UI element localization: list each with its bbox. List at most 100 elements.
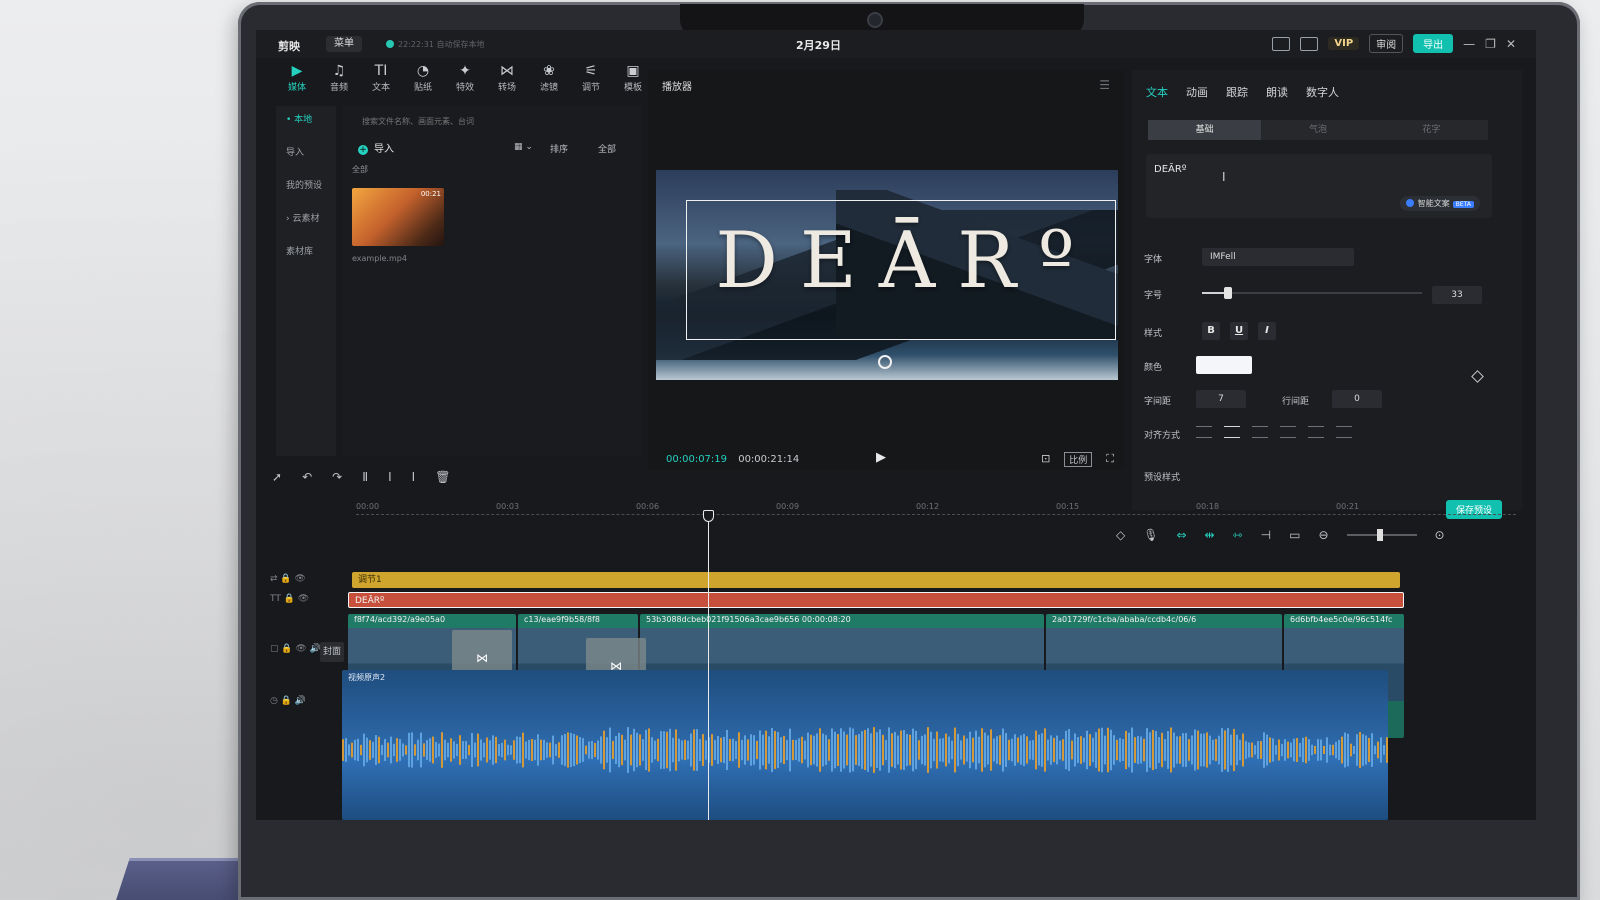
maximize-icon[interactable]: ❐ [1485,37,1496,51]
audio-clip[interactable]: 视频原声2 [342,670,1388,820]
video-track-controls[interactable]: ▢ 🔒 👁 🔊 [270,644,321,654]
waveform-bar [645,729,647,771]
subtab-bubble[interactable]: 气泡 [1261,120,1374,140]
play-icon[interactable]: ▶ [876,450,886,465]
playhead-handle[interactable] [703,510,714,522]
tab-adjust[interactable]: ⚟ 调节 [570,62,612,102]
tab-read-aloud[interactable]: 朗读 [1266,84,1288,100]
waveform-bar [522,732,524,768]
zoom-fit-icon[interactable]: ⊙ [1435,528,1445,542]
close-icon[interactable]: ✕ [1506,37,1516,51]
link-main-track-icon[interactable]: ⇔ [1176,528,1186,542]
menu-button[interactable]: 菜单 [326,36,362,52]
vip-badge[interactable]: VIP [1328,37,1360,50]
font-select[interactable]: IMFell [1202,248,1354,266]
tab-tracking[interactable]: 跟踪 [1226,84,1248,100]
tab-media[interactable]: ▶ 媒体 [276,62,318,102]
zoom-slider[interactable] [1346,529,1417,541]
sidebar-item-local[interactable]: • 本地 [276,106,336,131]
cover-button[interactable]: 封面 [320,642,344,662]
char-spacing-stepper[interactable]: 7 [1196,390,1246,408]
rotate-handle-icon[interactable] [878,355,892,369]
sidebar-item-cloud[interactable]: › 云素材 [276,205,336,230]
delete-icon[interactable]: 🗑 [435,470,450,492]
split-preview-icon[interactable]: ⊣ [1261,528,1271,542]
project-title[interactable]: 2月29日 [796,37,841,53]
snapshot-icon[interactable]: ⊡ [1041,452,1050,467]
sidebar-item-library[interactable]: 素材库 [276,238,336,263]
text-clip[interactable]: DEĀRº [348,592,1404,608]
underline-button[interactable]: U [1230,322,1248,340]
undo-icon[interactable]: ↶ [302,470,312,492]
tab-effects[interactable]: ✦ 特效 [444,62,486,102]
tab-text[interactable]: TI 文本 [360,62,402,102]
media-thumbnail[interactable]: 00:21 [352,188,444,246]
zoom-slider-handle[interactable] [1376,529,1383,541]
menu-icon[interactable]: ☰ [1099,78,1110,92]
split-left-icon[interactable]: Ⅰ [388,470,392,492]
snap-icon[interactable]: ⇹ [1205,528,1215,542]
align-bottom-icon[interactable] [1336,426,1352,438]
tab-transition[interactable]: ⋈ 转场 [486,62,528,102]
select-tool-icon[interactable]: ➚ [272,470,282,492]
tab-digital-human[interactable]: 数字人 [1306,84,1339,100]
size-slider[interactable] [1202,287,1422,299]
adjust-clip[interactable]: 调节1 [352,572,1400,588]
review-button[interactable]: 审阅 [1369,34,1404,53]
subtab-fancy[interactable]: 花字 [1375,120,1488,140]
align-center-icon[interactable] [1224,426,1240,438]
size-stepper[interactable]: 33 [1432,286,1482,304]
split-right-icon[interactable]: Ⅰ [412,470,416,492]
tab-animation[interactable]: 动画 [1186,84,1208,100]
color-picker[interactable] [1196,356,1252,374]
size-slider-handle[interactable] [1224,287,1233,299]
layout-icon[interactable] [1300,36,1319,51]
sidebar-item-import[interactable]: 导入 [276,139,336,164]
ai-copywriting-button[interactable]: 智能文案 BETA [1399,196,1480,211]
minimize-icon[interactable]: — [1463,37,1475,51]
shortcut-icon[interactable] [1272,36,1291,51]
microphone-icon[interactable]: 🎙 [1143,528,1158,542]
align-right-icon[interactable] [1252,426,1268,438]
bold-button[interactable]: B [1202,322,1220,340]
tab-text-props[interactable]: 文本 [1146,84,1168,100]
waveform-bar [363,733,365,767]
sort-button[interactable]: 排序 [550,142,568,155]
keyframe-icon[interactable] [1471,370,1484,383]
tab-filter[interactable]: ❀ 滤镜 [528,62,570,102]
tab-audio[interactable]: ♫ 音频 [318,62,360,102]
align-top-icon[interactable] [1280,426,1296,438]
video-preview[interactable]: DEĀRº [656,170,1118,380]
view-toggle-icon[interactable]: ▦ ⌄ [514,142,533,152]
ruler-line [356,514,1516,515]
fullscreen-icon[interactable]: ⛶ [1106,452,1114,467]
export-button[interactable]: 导出 [1413,34,1454,53]
linkage-icon[interactable]: ⇿ [1233,528,1243,542]
subtab-basic[interactable]: 基础 [1148,120,1262,140]
zoom-out-icon[interactable]: ⊖ [1318,528,1328,542]
timeline-ruler[interactable]: 00:00 00:03 00:06 00:09 00:12 00:15 00:1… [356,500,1516,520]
media-search-input[interactable] [362,112,632,130]
playhead[interactable] [708,514,709,820]
filter-button[interactable]: 全部 [598,142,616,155]
redo-icon[interactable]: ↷ [332,470,342,492]
audio-track-controls[interactable]: ◷ 🔒 🔊 [270,696,306,706]
tab-sticker[interactable]: ◔ 贴纸 [402,62,444,102]
keyframe-add-icon[interactable]: ◇ [1116,528,1125,542]
text-content-field[interactable]: DEĀRº I 智能文案 BETA [1146,154,1492,218]
waveform-bar [870,733,872,767]
overlay-text[interactable]: DEĀRº [696,216,1116,306]
line-spacing-stepper[interactable]: 0 [1332,390,1382,408]
split-icon[interactable]: Ⅱ [362,470,368,492]
preview-axis-icon[interactable]: ▭ [1289,528,1300,542]
align-middle-icon[interactable] [1308,426,1324,438]
adjust-track-controls[interactable]: ⇄ 🔒 👁 [270,574,306,584]
import-button[interactable]: 导入 [358,140,394,155]
waveform-bar [897,735,899,765]
sidebar-item-presets[interactable]: 我的预设 [276,172,336,197]
waveform-bar [429,738,431,762]
text-track-controls[interactable]: TT 🔒 👁 [270,594,309,604]
ratio-button[interactable]: 比例 [1064,452,1093,467]
italic-button[interactable]: I [1258,322,1276,340]
align-left-icon[interactable] [1196,426,1212,438]
